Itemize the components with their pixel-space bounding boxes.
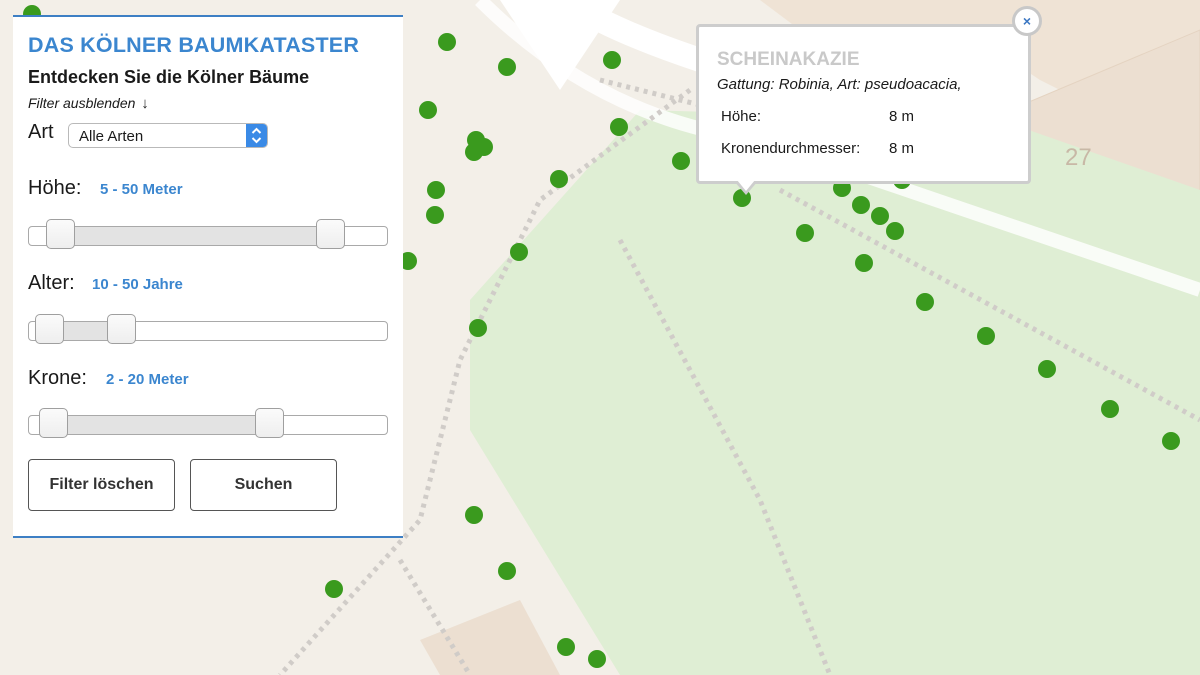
tree-marker[interactable] (438, 33, 456, 51)
species-label: Art (28, 121, 54, 143)
close-icon[interactable]: × (1012, 6, 1042, 36)
tree-marker[interactable] (871, 207, 889, 225)
app-title: DAS KÖLNER BAUMKATASTER (28, 33, 360, 57)
tree-marker[interactable] (510, 243, 528, 261)
search-button[interactable]: Suchen (190, 459, 337, 511)
tree-marker[interactable] (603, 51, 621, 69)
tree-marker[interactable] (1162, 432, 1180, 450)
age-range-value: 10 - 50 Jahre (92, 276, 183, 293)
popup-genus-line: Gattung: Robinia, Art: pseudoacacia, (717, 76, 962, 93)
tree-marker[interactable] (796, 224, 814, 242)
crown-min-handle[interactable] (38, 408, 68, 438)
popup-height-value: 8 m (889, 108, 915, 125)
age-max-handle[interactable] (107, 314, 137, 344)
tree-popup: SCHEINAKAZIE Gattung: Robinia, Art: pseu… (696, 24, 1031, 184)
tree-marker[interactable] (557, 638, 575, 656)
tree-marker[interactable] (419, 101, 437, 119)
tree-marker[interactable] (1038, 360, 1056, 378)
height-min-handle[interactable] (45, 219, 75, 249)
tree-marker[interactable] (427, 181, 445, 199)
select-chevron-icon (246, 124, 267, 147)
hide-filter-link[interactable]: Filter ausblenden ↓ (28, 95, 149, 112)
tree-marker[interactable] (465, 143, 483, 161)
filter-panel: DAS KÖLNER BAUMKATASTER Entdecken Sie di… (13, 15, 403, 538)
tree-marker[interactable] (550, 170, 568, 188)
tree-marker[interactable] (977, 327, 995, 345)
tree-marker[interactable] (426, 206, 444, 224)
popup-pointer-inner (737, 180, 755, 191)
age-label: Alter: (28, 272, 75, 294)
age-min-handle[interactable] (35, 314, 65, 344)
clear-filter-button[interactable]: Filter löschen (28, 459, 175, 511)
popup-crown-value: 8 m (889, 140, 915, 157)
app-subtitle: Entdecken Sie die Kölner Bäume (28, 67, 310, 87)
tree-marker[interactable] (886, 222, 904, 240)
species-select[interactable]: Alle Arten (68, 123, 268, 148)
height-label: Höhe: (28, 177, 82, 199)
tree-marker[interactable] (465, 506, 483, 524)
arrow-down-icon: ↓ (141, 95, 149, 112)
age-slider[interactable] (28, 314, 388, 344)
height-range-value: 5 - 50 Meter (100, 181, 183, 198)
slider-selection (60, 227, 331, 245)
tree-marker[interactable] (610, 118, 628, 136)
tree-marker[interactable] (469, 319, 487, 337)
hide-filter-label: Filter ausblenden (28, 95, 136, 111)
height-max-handle[interactable] (315, 219, 345, 249)
species-select-value: Alle Arten (79, 128, 144, 145)
house-number: 27 (1065, 144, 1092, 171)
popup-crown-key: Kronendurchmesser: (721, 140, 861, 157)
tree-marker[interactable] (672, 152, 690, 170)
tree-marker[interactable] (325, 580, 343, 598)
park-area (470, 110, 1200, 675)
crown-max-handle[interactable] (254, 408, 284, 438)
slider-selection (53, 416, 270, 434)
tree-marker[interactable] (855, 254, 873, 272)
tree-marker[interactable] (498, 562, 516, 580)
tree-marker[interactable] (498, 58, 516, 76)
popup-title: SCHEINAKAZIE (717, 49, 860, 70)
tree-marker[interactable] (852, 196, 870, 214)
height-slider[interactable] (28, 219, 388, 249)
crown-range-value: 2 - 20 Meter (106, 371, 189, 388)
tree-marker[interactable] (1101, 400, 1119, 418)
crown-label: Krone: (28, 367, 87, 389)
crown-slider[interactable] (28, 408, 388, 438)
popup-height-key: Höhe: (721, 108, 762, 125)
tree-marker[interactable] (916, 293, 934, 311)
tree-marker[interactable] (588, 650, 606, 668)
